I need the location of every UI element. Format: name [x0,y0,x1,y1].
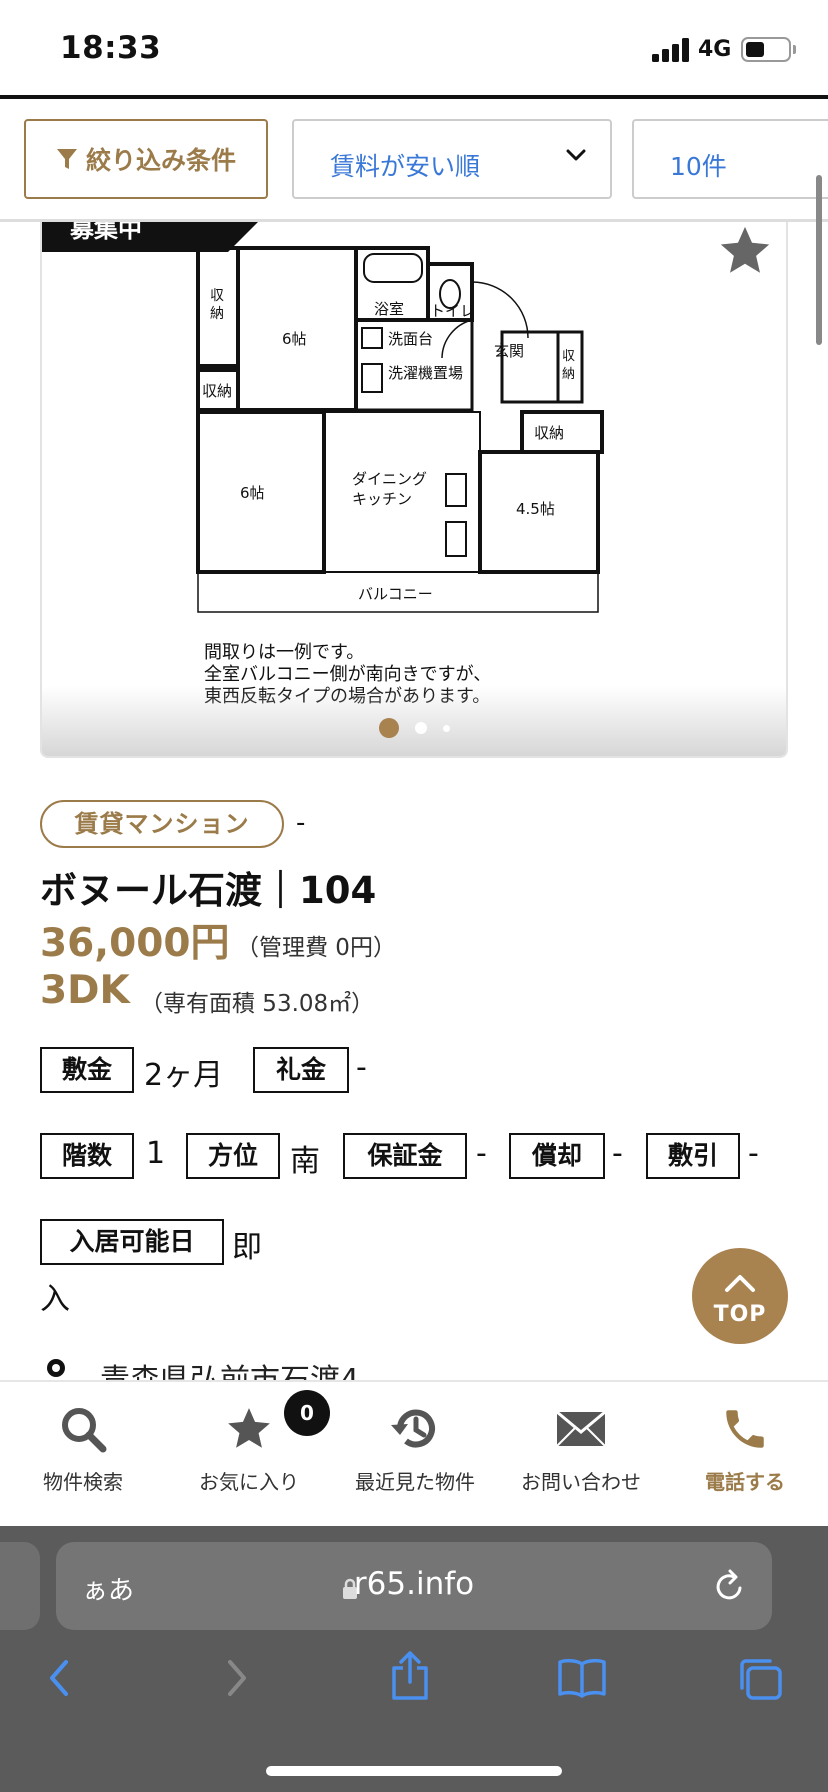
svg-text:納: 納 [210,306,224,322]
battery-tip [793,45,796,54]
back-to-top-label: TOP [713,1302,767,1327]
reload-icon[interactable] [712,1566,748,1606]
carousel-dot-active[interactable] [378,718,399,738]
chevron-up-icon [725,1275,755,1292]
network-type: 4G [698,37,732,62]
filter-toolbar: 絞り込み条件 賃料が安い順 10件 [0,99,828,222]
nav-search[interactable]: 物件検索 [0,1382,166,1528]
status-time: 18:33 [60,30,162,66]
favorite-star-icon[interactable] [716,222,774,280]
share-icon[interactable] [388,1650,432,1702]
sort-select-value: 賃料が安い順 [330,152,481,181]
per-page-select[interactable]: 10件 [632,119,828,199]
svg-text:全室バルコニー側が南向きですが、: 全室バルコニー側が南向きですが、 [204,664,491,685]
management-fee: （管理費 0円） [236,935,396,961]
carousel-dot[interactable] [442,724,450,732]
svg-text:収納: 収納 [202,382,232,400]
svg-text:洗面台: 洗面台 [388,330,433,348]
direction-tag: 方位 [186,1133,280,1179]
status-badge: 募集中 [42,222,228,252]
carousel-dot[interactable] [414,722,427,734]
deposit-tag: 敷金 [40,1047,134,1093]
rent-price: 36,000円 [40,921,230,966]
browser-chrome: ぁあ r65.info [0,1526,828,1792]
room-layout: 3DK [40,968,130,1013]
nav-contact-label: お問い合わせ [521,1470,641,1494]
svg-text:収納: 収納 [534,424,564,442]
property-name: ボヌール石渡｜104 [40,869,377,912]
address-bar[interactable]: ぁあ r65.info [56,1542,772,1630]
amortization-value: - [612,1136,623,1171]
tabs-icon[interactable] [736,1656,786,1702]
filter-button[interactable]: 絞り込み条件 [24,119,268,199]
mail-icon [556,1410,606,1447]
signal-icon [652,38,690,62]
move-in-value: 即 [232,1230,262,1265]
phone-icon [726,1410,764,1448]
guarantee-tag: 保証金 [343,1133,467,1179]
deduction-value: - [748,1136,759,1171]
forward-icon[interactable] [222,1656,252,1700]
bookmarks-icon[interactable] [556,1656,608,1700]
key-money-value: - [356,1050,367,1085]
star-icon [228,1408,270,1448]
floorplan-image: 収納 収納 6帖 浴室 トイレ 洗面台 洗濯機置場 玄関 収納 収納 6帖 ダイ… [196,246,604,707]
key-money-tag: 礼金 [253,1047,349,1093]
amortization-tag: 償却 [509,1133,605,1179]
nav-call[interactable]: 電話する [662,1382,828,1528]
move-in-value-wrap: 入 [40,1282,70,1317]
per-page-select-value: 10件 [670,152,727,181]
direction-value: 南 [290,1144,320,1179]
sort-select[interactable]: 賃料が安い順 [292,119,612,199]
battery-icon [741,37,791,62]
nav-history-label: 最近見た物件 [355,1470,475,1494]
svg-text:キッチン: キッチン [352,490,412,508]
url-text: r65.info [353,1566,475,1602]
svg-text:4.5帖: 4.5帖 [516,500,555,518]
favorites-count-badge: 0 [284,1390,330,1436]
svg-text:浴室: 浴室 [374,300,404,318]
svg-text:トイレ: トイレ [430,302,475,320]
property-type-suffix: - [296,808,306,838]
home-indicator[interactable] [266,1766,562,1776]
previous-tab[interactable] [0,1542,40,1630]
deduction-tag: 敷引 [646,1133,740,1179]
history-icon [391,1409,435,1448]
floor-value: 1 [146,1136,166,1171]
floor-area: （専有面積 53.08㎡） [140,991,375,1017]
svg-text:収: 収 [210,288,224,304]
image-carousel[interactable]: 収納 収納 6帖 浴室 トイレ 洗面台 洗濯機置場 玄関 収納 収納 6帖 ダイ… [40,222,788,758]
status-badge-tail [228,222,258,252]
nav-favorites-label: お気に入り [199,1470,299,1494]
svg-text:ダイニング: ダイニング [352,470,427,488]
move-in-tag: 入居可能日 [40,1219,224,1265]
svg-text:6帖: 6帖 [282,330,307,348]
nav-search-label: 物件検索 [43,1470,123,1494]
filter-icon [56,149,77,169]
filter-button-label: 絞り込み条件 [85,146,236,175]
svg-text:洗濯機置場: 洗濯機置場 [388,364,463,382]
svg-text:バルコニー: バルコニー [358,585,433,603]
carousel-pagination [42,718,786,738]
nav-call-label: 電話する [705,1470,785,1494]
chevron-down-icon [566,149,586,161]
svg-text:収: 収 [562,349,575,364]
back-icon[interactable] [44,1656,74,1700]
search-icon [62,1408,107,1453]
scrollbar[interactable] [816,175,822,345]
back-to-top-button[interactable]: TOP [692,1248,788,1344]
svg-text:納: 納 [562,367,575,382]
property-type-pill: 賃貸マンション [40,800,284,848]
svg-text:6帖: 6帖 [240,484,265,502]
svg-text:玄関: 玄関 [494,342,524,360]
bottom-nav: 物件検索 お気に入り 最近見た物件 お問い合わせ 電話する [0,1380,828,1526]
floor-tag: 階数 [40,1133,134,1179]
status-bar: 18:33 4G [0,0,828,96]
deposit-value: 2ヶ月 [144,1058,224,1093]
nav-history[interactable]: 最近見た物件 [332,1382,498,1528]
nav-contact[interactable]: お問い合わせ [498,1382,664,1528]
svg-text:間取りは一例です。: 間取りは一例です。 [204,642,364,663]
location-pin-icon [47,1359,65,1377]
guarantee-value: - [476,1136,487,1171]
